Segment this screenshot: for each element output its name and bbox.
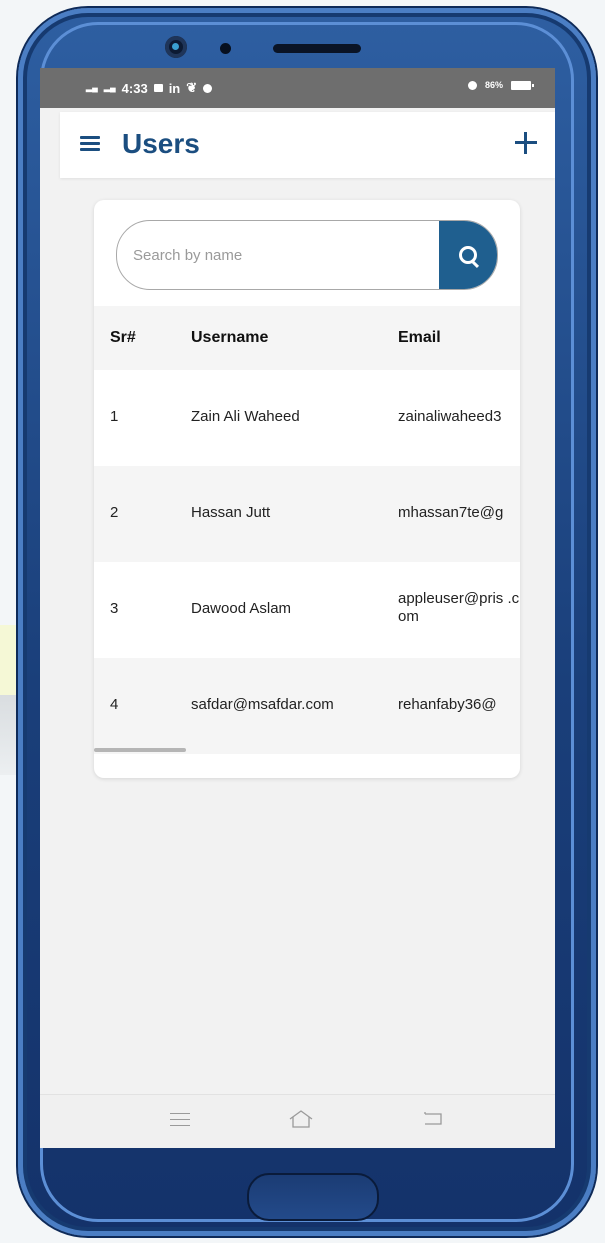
- status-right: 86%: [467, 80, 534, 90]
- cell-sr: 4: [110, 696, 119, 713]
- signal-icon: ▂▄: [103, 83, 116, 92]
- cell-username: Dawood Aslam: [191, 600, 292, 617]
- app-bar: Users: [60, 112, 555, 178]
- header-email: Email: [398, 329, 441, 346]
- table-row[interactable]: 2 Hassan Jutt mhassan7te@g: [94, 466, 520, 562]
- system-nav-bar: [40, 1094, 555, 1148]
- sensor-icon: [220, 43, 231, 54]
- page-title: Users: [122, 128, 200, 159]
- signal-icon: ▂▄: [86, 83, 98, 92]
- status-time: 4:33: [121, 80, 148, 96]
- cell-username: safdar@msafdar.com: [191, 696, 334, 713]
- status-left: ▂▄ ▂▄ 4:33 in ❦: [86, 80, 213, 96]
- horizontal-scrollbar[interactable]: [94, 748, 186, 752]
- battery-icon: [511, 80, 534, 90]
- cell-email: rehanfaby36@: [398, 696, 497, 713]
- front-camera-icon: [165, 36, 187, 58]
- cell-sr: 1: [110, 408, 119, 425]
- menu-icon[interactable]: [170, 1113, 190, 1127]
- message-icon: [153, 84, 163, 92]
- home-icon[interactable]: [288, 1109, 314, 1129]
- phone-screen: ▂▄ ▂▄ 4:33 in ❦ 86% Users Sr#: [40, 68, 555, 1148]
- table-row[interactable]: 1 Zain Ali Waheed zainaliwaheed3: [94, 370, 520, 466]
- table-header: Sr# Username Email: [94, 306, 520, 370]
- cell-sr: 2: [110, 504, 119, 521]
- alarm-icon: [467, 80, 477, 90]
- cell-email: zainaliwaheed3: [398, 408, 502, 425]
- cell-sr: 3: [110, 600, 119, 617]
- search-icon: [459, 246, 477, 264]
- earpiece-speaker: [273, 44, 361, 53]
- search-bar: [116, 220, 498, 290]
- cell-email: appleuser@pris .com: [398, 590, 520, 625]
- status-bar: ▂▄ ▂▄ 4:33 in ❦ 86%: [40, 68, 555, 108]
- battery-percent: 86%: [484, 80, 503, 90]
- search-button[interactable]: [439, 221, 497, 289]
- hamburger-icon[interactable]: [80, 136, 100, 152]
- header-sr: Sr#: [110, 329, 136, 346]
- hardware-home-button[interactable]: [247, 1173, 379, 1221]
- info-icon: [203, 83, 213, 93]
- cell-username: Zain Ali Waheed: [191, 408, 300, 425]
- table-row[interactable]: 3 Dawood Aslam appleuser@pris .com: [94, 562, 520, 658]
- plus-icon[interactable]: [515, 132, 537, 154]
- linkedin-icon: in: [168, 80, 181, 96]
- table-row[interactable]: 4 safdar@msafdar.com rehanfaby36@: [94, 658, 520, 754]
- search-input[interactable]: [117, 221, 437, 289]
- cell-email: mhassan7te@g: [398, 504, 504, 521]
- header-username: Username: [191, 329, 269, 346]
- users-card: Sr# Username Email 1 Zain Ali Waheed zai…: [94, 200, 520, 778]
- cell-username: Hassan Jutt: [191, 504, 271, 521]
- back-icon[interactable]: [422, 1112, 444, 1126]
- leaf-icon: ❦: [186, 80, 198, 95]
